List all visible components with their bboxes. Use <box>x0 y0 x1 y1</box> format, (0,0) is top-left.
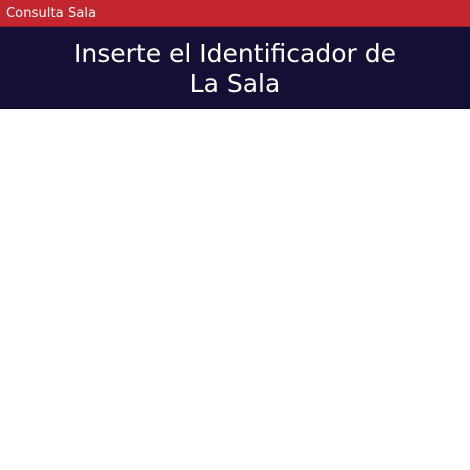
app-window: Consulta Sala Inserte el Identificador d… <box>0 0 470 470</box>
header-banner: Inserte el Identificador de La Sala <box>0 27 470 109</box>
page-heading: Inserte el Identificador de La Sala <box>74 38 396 98</box>
content-area <box>0 109 470 470</box>
window-title: Consulta Sala <box>6 5 97 21</box>
title-bar: Consulta Sala <box>0 0 470 27</box>
